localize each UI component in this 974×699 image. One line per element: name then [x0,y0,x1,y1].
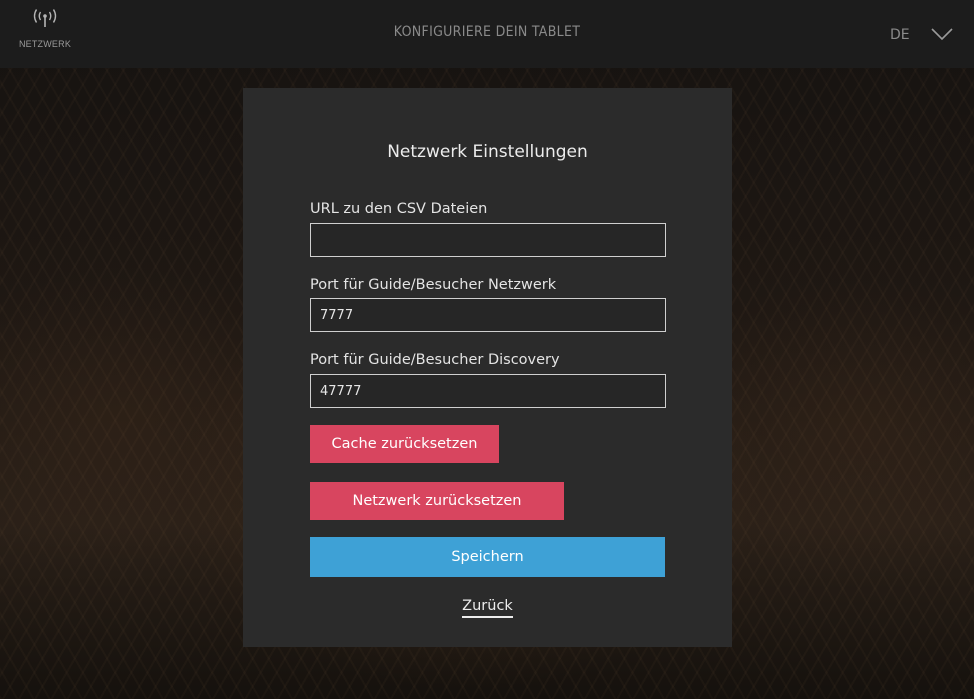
network-label: NETZWERK [18,39,72,49]
language-selector[interactable]: DE [890,22,954,48]
csv-url-input[interactable] [310,223,666,257]
top-bar: NETZWERK KONFIGURIERE DEIN TABLET DE [0,0,974,68]
discovery-port-label: Port für Guide/Besucher Discovery [310,352,560,368]
language-label: DE [890,27,910,43]
save-button[interactable]: Speichern [310,537,665,577]
reset-cache-button[interactable]: Cache zurücksetzen [310,425,499,463]
csv-url-label: URL zu den CSV Dateien [310,201,488,217]
chevron-down-icon [910,26,954,45]
back-link[interactable]: Zurück [462,598,513,618]
discovery-port-input[interactable] [310,374,666,408]
dialog-title: Netzwerk Einstellungen [387,142,588,162]
network-port-input[interactable] [310,298,666,332]
reset-network-button[interactable]: Netzwerk zurücksetzen [310,482,564,520]
back-link-wrapper: Zurück [243,595,732,618]
network-port-label: Port für Guide/Besucher Netzwerk [310,277,557,293]
page-title: KONFIGURIERE DEIN TABLET [393,24,581,40]
network-settings-dialog: Netzwerk Einstellungen URL zu den CSV Da… [243,88,732,647]
